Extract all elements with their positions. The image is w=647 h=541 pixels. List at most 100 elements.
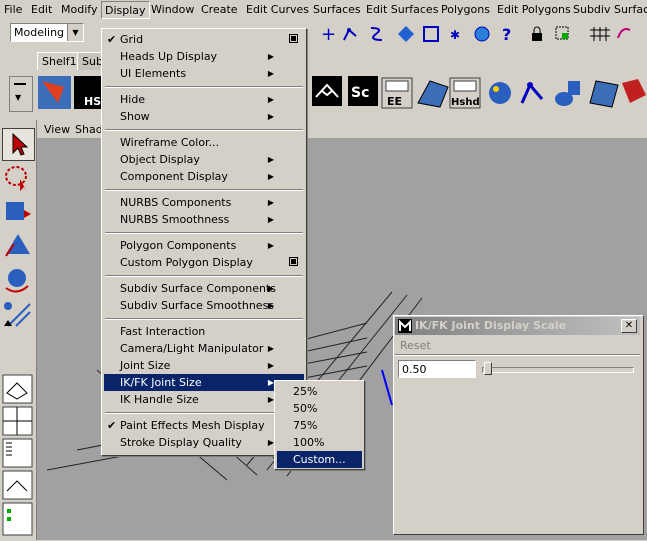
- menu-item-object-display[interactable]: Object Display ▶: [104, 151, 304, 168]
- menu-item-label: Object Display: [120, 153, 200, 166]
- menu-edit-curves[interactable]: Edit Curves: [246, 3, 309, 16]
- select-tool-button[interactable]: [2, 128, 35, 161]
- viewport-menu-view[interactable]: View: [44, 123, 70, 136]
- submenu-item-100[interactable]: 100%: [277, 434, 362, 451]
- rotate-tool-button[interactable]: [2, 230, 33, 261]
- submenu-item-75[interactable]: 75%: [277, 417, 362, 434]
- menu-item-custom-polygon-display[interactable]: Custom Polygon Display: [104, 254, 304, 271]
- menu-item-label: IK/FK Joint Size: [120, 376, 202, 389]
- joint-sphere-icon[interactable]: [489, 82, 511, 104]
- move-tool-button[interactable]: [2, 196, 33, 227]
- menu-item-subdiv-surface-components[interactable]: Subdiv Surface Components ▶: [104, 280, 304, 297]
- menu-modify[interactable]: Modify: [61, 3, 97, 16]
- scale-slider-handle[interactable]: [484, 362, 492, 375]
- submenu-item-50[interactable]: 50%: [277, 400, 362, 417]
- scale-slider-track[interactable]: [482, 367, 634, 373]
- joint-chain-icon[interactable]: [343, 28, 357, 41]
- dialog-title-bar[interactable]: IK/FK Joint Display Scale: [395, 317, 640, 335]
- menu-item-grid[interactable]: ✔ Grid: [104, 31, 304, 48]
- submenu-item-25[interactable]: 25%: [277, 383, 362, 400]
- dialog-title: IK/FK Joint Display Scale: [415, 319, 567, 332]
- four-view-layout-icon[interactable]: [2, 406, 33, 436]
- wing-icon[interactable]: [312, 76, 342, 106]
- scale-value-field[interactable]: 0.50: [398, 360, 476, 378]
- menu-item-wireframe-color[interactable]: Wireframe Color...: [104, 134, 304, 151]
- menu-item-hide[interactable]: Hide ▶: [104, 91, 304, 108]
- option-box-icon[interactable]: [289, 257, 298, 266]
- menu-window[interactable]: Window: [151, 3, 194, 16]
- curve-icon[interactable]: [370, 27, 383, 41]
- curve-snap-icon[interactable]: [617, 28, 631, 39]
- surface-icon[interactable]: [398, 26, 414, 42]
- menu-item-label: Subdiv Surface Components: [120, 282, 276, 295]
- deformer-icon[interactable]: ✱: [450, 28, 460, 42]
- close-button[interactable]: ✕: [621, 319, 637, 333]
- menu-item-ui-elements[interactable]: UI Elements ▶: [104, 65, 304, 82]
- menu-edit-polygons[interactable]: Edit Polygons: [497, 3, 571, 16]
- menu-subdiv-surfaces[interactable]: Subdiv Surfaces: [573, 3, 647, 16]
- outliner-layout-icon[interactable]: [2, 438, 33, 468]
- menu-item-heads-up-display[interactable]: Heads Up Display ▶: [104, 48, 304, 65]
- menu-item-label: Subdiv Surface Smoothness: [120, 299, 275, 312]
- mode-selector[interactable]: Modeling ▼: [10, 23, 84, 42]
- menu-item-component-display[interactable]: Component Display ▶: [104, 168, 304, 185]
- mesh-icon[interactable]: [417, 80, 449, 108]
- graph-layout-icon[interactable]: [2, 470, 33, 500]
- main-menu-bar: File Edit Modify Display Window Create E…: [0, 0, 647, 20]
- menu-item-subdiv-surface-smoothness[interactable]: Subdiv Surface Smoothness ▶: [104, 297, 304, 314]
- submenu-item-custom[interactable]: Custom...: [277, 451, 362, 468]
- lattice-icon[interactable]: [423, 26, 439, 42]
- menu-item-label: Hide: [120, 93, 146, 106]
- hypershade-layout-icon[interactable]: [2, 502, 33, 536]
- menu-file[interactable]: File: [4, 3, 22, 16]
- poly-tool-icon[interactable]: [38, 76, 71, 109]
- cylinder-icon[interactable]: [555, 81, 580, 106]
- menu-item-nurbs-components[interactable]: NURBS Components ▶: [104, 194, 304, 211]
- status-line-icons: + ✱ ?: [321, 24, 631, 45]
- menu-item-label: Polygon Components: [120, 239, 237, 252]
- lasso-tool-button[interactable]: [2, 163, 33, 194]
- menu-item-show[interactable]: Show ▶: [104, 108, 304, 125]
- grid-snap-icon[interactable]: [590, 27, 610, 41]
- lock-icon[interactable]: [532, 26, 542, 41]
- submenu-arrow-icon: ▶: [267, 241, 274, 250]
- hshd-icon[interactable]: Hshd: [449, 77, 481, 109]
- sphere-icon[interactable]: [474, 26, 490, 42]
- question-icon[interactable]: ?: [502, 25, 511, 44]
- submenu-arrow-icon: ▶: [267, 52, 274, 61]
- menu-item-polygon-components[interactable]: Polygon Components ▶: [104, 237, 304, 254]
- menu-create[interactable]: Create: [201, 3, 238, 16]
- menu-item-label: NURBS Components: [120, 196, 232, 209]
- menu-surfaces[interactable]: Surfaces: [313, 3, 361, 16]
- viewport-menu-shading[interactable]: Shad: [75, 123, 103, 136]
- plane-icon[interactable]: [589, 80, 619, 108]
- menu-edit-surfaces[interactable]: Edit Surfaces: [366, 3, 438, 16]
- menu-edit[interactable]: Edit: [31, 3, 52, 16]
- menu-polygons[interactable]: Polygons: [441, 3, 490, 16]
- menu-item-joint-size[interactable]: Joint Size ▶: [104, 357, 304, 374]
- reset-menu[interactable]: Reset: [400, 339, 431, 352]
- menu-separator: [105, 232, 303, 234]
- hs-icon[interactable]: HS: [74, 76, 104, 109]
- submenu-arrow-icon: ▶: [267, 301, 274, 310]
- shelf-menu-button[interactable]: ▼: [9, 76, 33, 112]
- single-view-layout-icon[interactable]: [2, 374, 33, 404]
- sc-icon[interactable]: Sc: [348, 76, 378, 106]
- shelf-hshd-label: Hshd: [451, 97, 480, 108]
- cube-icon[interactable]: [622, 79, 646, 103]
- submenu-item-label: 75%: [293, 419, 318, 432]
- menu-item-label: Grid: [120, 33, 144, 46]
- manipulator-tool-button[interactable]: [2, 298, 33, 329]
- tab-shelf1[interactable]: Shelf1: [37, 52, 82, 70]
- menu-item-fast-interaction[interactable]: Fast Interaction: [104, 323, 304, 340]
- scale-tool-button[interactable]: [2, 264, 33, 295]
- menu-item-camera-light-manipulator[interactable]: Camera/Light Manipulator ▶: [104, 340, 304, 357]
- ee-icon[interactable]: EE: [381, 77, 413, 109]
- checkmark-icon: ✔: [107, 419, 117, 432]
- select-highlight-icon[interactable]: [555, 26, 569, 40]
- menu-display[interactable]: Display: [101, 1, 150, 19]
- option-box-icon[interactable]: [289, 34, 298, 43]
- menu-item-nurbs-smoothness[interactable]: NURBS Smoothness ▶: [104, 211, 304, 228]
- plus-icon[interactable]: +: [321, 24, 336, 45]
- ik-handle-icon[interactable]: [520, 82, 544, 104]
